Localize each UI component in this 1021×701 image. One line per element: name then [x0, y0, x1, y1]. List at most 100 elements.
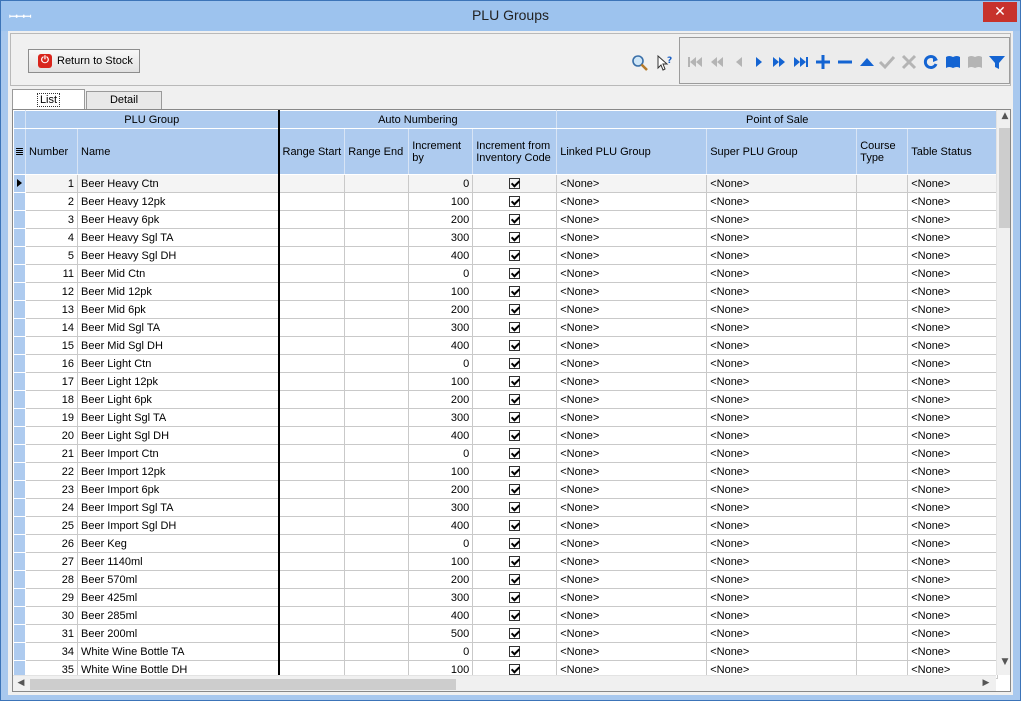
cell-course-type[interactable] — [856, 174, 909, 193]
cell-increment-by[interactable]: 200 — [408, 480, 474, 499]
scroll-left-icon[interactable]: ◀ — [13, 678, 29, 688]
cell-course-type[interactable] — [856, 552, 909, 571]
cell-super-plu-group[interactable]: <None> — [706, 300, 858, 319]
cell-course-type[interactable] — [856, 300, 909, 319]
cell-linked-plu-group[interactable]: <None> — [556, 300, 708, 319]
col-increment-from-inventory-code[interactable]: Increment from Inventory Code — [472, 128, 558, 175]
tab-detail[interactable]: Detail — [86, 91, 162, 109]
table-row[interactable]: 18 Beer Light 6pk 200 <None> <None> <None> — [13, 390, 999, 409]
checkbox-checked[interactable] — [509, 231, 521, 243]
cell-increment-from-inventory[interactable] — [472, 570, 558, 589]
cell-course-type[interactable] — [856, 516, 909, 535]
cell-table-status[interactable]: <None> — [907, 408, 999, 427]
cell-number[interactable]: 15 — [25, 336, 78, 355]
row-indicator[interactable] — [13, 372, 26, 391]
table-row[interactable]: 3 Beer Heavy 6pk 200 <None> <None> <None> — [13, 210, 999, 229]
cell-super-plu-group[interactable]: <None> — [706, 174, 858, 193]
checkbox-checked[interactable] — [509, 357, 521, 369]
cell-range-end[interactable] — [344, 390, 410, 409]
cell-range-start[interactable] — [277, 552, 346, 571]
cell-table-status[interactable]: <None> — [907, 624, 999, 643]
cell-linked-plu-group[interactable]: <None> — [556, 462, 708, 481]
cell-increment-from-inventory[interactable] — [472, 246, 558, 265]
table-row[interactable]: 28 Beer 570ml 200 <None> <None> <None> — [13, 570, 999, 589]
cell-range-end[interactable] — [344, 552, 410, 571]
cell-increment-by[interactable]: 100 — [408, 552, 474, 571]
cell-name[interactable]: Beer 200ml — [77, 624, 280, 643]
cell-table-status[interactable]: <None> — [907, 246, 999, 265]
cell-range-start[interactable] — [277, 336, 346, 355]
cell-range-end[interactable] — [344, 498, 410, 517]
cell-increment-by[interactable]: 300 — [408, 498, 474, 517]
row-indicator[interactable] — [13, 282, 26, 301]
cell-name[interactable]: Beer Heavy Sgl DH — [77, 246, 280, 265]
cell-course-type[interactable] — [856, 390, 909, 409]
cell-super-plu-group[interactable]: <None> — [706, 336, 858, 355]
cell-number[interactable]: 20 — [25, 426, 78, 445]
cell-increment-from-inventory[interactable] — [472, 534, 558, 553]
search-icon[interactable] — [631, 54, 649, 72]
cell-table-status[interactable]: <None> — [907, 534, 999, 553]
checkbox-checked[interactable] — [509, 609, 521, 621]
cell-number[interactable]: 31 — [25, 624, 78, 643]
cell-table-status[interactable]: <None> — [907, 462, 999, 481]
table-row[interactable]: 16 Beer Light Ctn 0 <None> <None> <None> — [13, 354, 999, 373]
cell-table-status[interactable]: <None> — [907, 516, 999, 535]
checkbox-checked[interactable] — [509, 195, 521, 207]
table-row[interactable]: 21 Beer Import Ctn 0 <None> <None> <None> — [13, 444, 999, 463]
cell-increment-from-inventory[interactable] — [472, 174, 558, 193]
cell-name[interactable]: Beer Light Ctn — [77, 354, 280, 373]
table-row[interactable]: 24 Beer Import Sgl TA 300 <None> <None> <None… — [13, 498, 999, 517]
cell-linked-plu-group[interactable]: <None> — [556, 336, 708, 355]
table-row[interactable]: 34 White Wine Bottle TA 0 <None> <None> <None… — [13, 642, 999, 661]
cell-range-start[interactable] — [277, 426, 346, 445]
cell-range-start[interactable] — [277, 390, 346, 409]
checkbox-checked[interactable] — [509, 177, 521, 189]
cell-number[interactable]: 17 — [25, 372, 78, 391]
cell-super-plu-group[interactable]: <None> — [706, 624, 858, 643]
cell-range-start[interactable] — [277, 228, 346, 247]
cell-linked-plu-group[interactable]: <None> — [556, 516, 708, 535]
cell-increment-by[interactable]: 400 — [408, 516, 474, 535]
cell-number[interactable]: 24 — [25, 498, 78, 517]
cell-super-plu-group[interactable]: <None> — [706, 228, 858, 247]
cell-range-start[interactable] — [277, 408, 346, 427]
cell-name[interactable]: Beer 285ml — [77, 606, 280, 625]
cell-number[interactable]: 23 — [25, 480, 78, 499]
cell-increment-by[interactable]: 0 — [408, 174, 474, 193]
col-range-start[interactable]: Range Start — [277, 128, 346, 175]
checkbox-checked[interactable] — [509, 249, 521, 261]
cell-course-type[interactable] — [856, 246, 909, 265]
cell-range-end[interactable] — [344, 534, 410, 553]
cell-name[interactable]: Beer Light Sgl DH — [77, 426, 280, 445]
col-course-type[interactable]: Course Type — [856, 128, 909, 175]
cell-super-plu-group[interactable]: <None> — [706, 498, 858, 517]
cell-increment-by[interactable]: 400 — [408, 246, 474, 265]
row-indicator[interactable] — [13, 228, 26, 247]
cell-course-type[interactable] — [856, 462, 909, 481]
cell-name[interactable]: Beer Mid Sgl DH — [77, 336, 280, 355]
cell-range-end[interactable] — [344, 462, 410, 481]
cell-number[interactable]: 1 — [25, 174, 78, 193]
col-name[interactable]: Name — [77, 128, 280, 175]
cell-range-start[interactable] — [277, 624, 346, 643]
row-indicator[interactable] — [13, 336, 26, 355]
cell-linked-plu-group[interactable]: <None> — [556, 624, 708, 643]
table-row[interactable]: 27 Beer 1140ml 100 <None> <None> <None> — [13, 552, 999, 571]
cell-range-start[interactable] — [277, 282, 346, 301]
post-icon[interactable] — [878, 53, 896, 71]
cell-range-end[interactable] — [344, 228, 410, 247]
cell-super-plu-group[interactable]: <None> — [706, 246, 858, 265]
cell-linked-plu-group[interactable]: <None> — [556, 282, 708, 301]
cell-super-plu-group[interactable]: <None> — [706, 210, 858, 229]
cell-range-start[interactable] — [277, 516, 346, 535]
cell-super-plu-group[interactable]: <None> — [706, 516, 858, 535]
checkbox-checked[interactable] — [509, 645, 521, 657]
return-to-stock-button[interactable]: ⏻ Return to Stock — [28, 49, 140, 73]
cell-course-type[interactable] — [856, 354, 909, 373]
table-row[interactable]: 12 Beer Mid 12pk 100 <None> <None> <None> — [13, 282, 999, 301]
cell-range-end[interactable] — [344, 300, 410, 319]
cell-increment-by[interactable]: 0 — [408, 264, 474, 283]
cell-number[interactable]: 30 — [25, 606, 78, 625]
cell-increment-from-inventory[interactable] — [472, 228, 558, 247]
